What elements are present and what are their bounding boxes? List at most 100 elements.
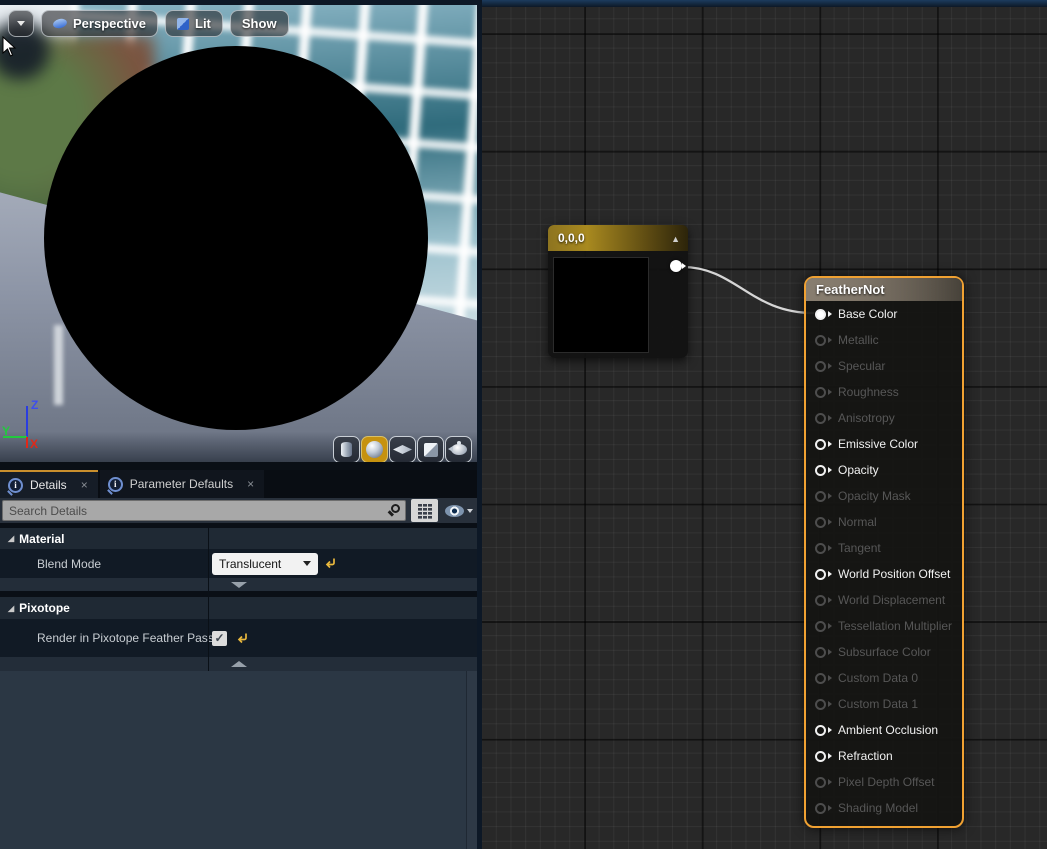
details-search-row: Search Details xyxy=(0,498,477,523)
pin-circle-icon[interactable] xyxy=(815,777,826,788)
material-pin-custom-data-1[interactable]: Custom Data 1 xyxy=(806,691,962,717)
material-pin-subsurface-color[interactable]: Subsurface Color xyxy=(806,639,962,665)
gizmo-z-label: Z xyxy=(31,398,38,412)
search-input[interactable]: Search Details xyxy=(2,500,406,521)
material-graph-canvas[interactable]: 0,0,0 ▲ FeatherNot Base Color Metallic S… xyxy=(480,0,1047,849)
viewport-backdrop-photo xyxy=(0,5,477,462)
material-pin-ambient-occlusion[interactable]: Ambient Occlusion xyxy=(806,717,962,743)
material-pin-opacity[interactable]: Opacity xyxy=(806,457,962,483)
pin-circle-icon[interactable] xyxy=(815,465,826,476)
material-pin-custom-data-0[interactable]: Custom Data 0 xyxy=(806,665,962,691)
expand-triangle-icon[interactable]: ◢ xyxy=(8,604,14,613)
output-pin[interactable] xyxy=(670,260,682,272)
material-pin-anisotropy[interactable]: Anisotropy xyxy=(806,405,962,431)
pin-arrow-icon xyxy=(828,415,832,421)
material-pin-pixel-depth-offset[interactable]: Pixel Depth Offset xyxy=(806,769,962,795)
chevron-down-icon xyxy=(231,582,247,588)
close-icon[interactable]: × xyxy=(81,478,88,492)
pin-circle-icon[interactable] xyxy=(815,803,826,814)
section-expander[interactable] xyxy=(0,657,477,671)
pin-arrow-icon xyxy=(828,311,832,317)
close-icon[interactable]: × xyxy=(247,477,254,491)
pin-circle-icon[interactable] xyxy=(815,439,826,450)
collapse-arrow-icon[interactable]: ▲ xyxy=(671,234,680,244)
shape-button-plane[interactable] xyxy=(389,436,416,463)
perspective-icon xyxy=(52,17,68,29)
pin-circle-icon[interactable] xyxy=(815,361,826,372)
material-pin-normal[interactable]: Normal xyxy=(806,509,962,535)
gizmo-y-label: Y xyxy=(2,424,10,438)
pin-circle-icon[interactable] xyxy=(815,543,826,554)
material-pin-specular[interactable]: Specular xyxy=(806,353,962,379)
pin-circle-icon[interactable] xyxy=(815,751,826,762)
material-pin-roughness[interactable]: Roughness xyxy=(806,379,962,405)
pin-arrow-icon xyxy=(828,675,832,681)
pin-circle-icon[interactable] xyxy=(815,621,826,632)
pin-arrow-icon xyxy=(828,701,832,707)
section-header-material[interactable]: ◢ Material xyxy=(0,528,477,549)
pin-arrow-icon xyxy=(828,753,832,759)
column-divider[interactable] xyxy=(208,528,209,671)
lit-button[interactable]: Lit xyxy=(165,10,223,37)
pin-circle-icon[interactable] xyxy=(815,647,826,658)
grid-icon xyxy=(417,503,433,519)
constant-node-title[interactable]: 0,0,0 xyxy=(548,225,688,251)
section-header-pixotope[interactable]: ◢ Pixotope xyxy=(0,597,477,619)
teapot-icon xyxy=(451,444,467,455)
pin-circle-icon[interactable] xyxy=(815,673,826,684)
pin-circle-icon[interactable] xyxy=(815,595,826,606)
reset-to-default-icon[interactable] xyxy=(236,632,249,645)
material-pin-emissive-color[interactable]: Emissive Color xyxy=(806,431,962,457)
material-pin-tangent[interactable]: Tangent xyxy=(806,535,962,561)
show-button[interactable]: Show xyxy=(230,10,289,37)
material-pin-world-displacement[interactable]: World Displacement xyxy=(806,587,962,613)
pin-circle-icon[interactable] xyxy=(815,413,826,424)
pin-circle-icon[interactable] xyxy=(815,725,826,736)
pin-circle-icon[interactable] xyxy=(815,491,826,502)
pin-arrow-icon xyxy=(828,519,832,525)
gizmo-z-axis xyxy=(26,406,28,437)
shape-button-cube[interactable] xyxy=(417,436,444,463)
property-row-feather-pass: Render in Pixotope Feather Pass ✓ xyxy=(0,619,477,657)
section-expander[interactable] xyxy=(0,578,477,591)
pin-circle-icon[interactable] xyxy=(815,335,826,346)
tab-details[interactable]: i Details × xyxy=(0,470,98,498)
material-node-title[interactable]: FeatherNot xyxy=(806,278,962,301)
material-pin-refraction[interactable]: Refraction xyxy=(806,743,962,769)
scrollbar-track[interactable] xyxy=(466,671,477,849)
expand-triangle-icon[interactable]: ◢ xyxy=(8,534,14,543)
material-output-node[interactable]: FeatherNot Base Color Metallic Specular … xyxy=(804,276,964,828)
tab-parameter-defaults[interactable]: i Parameter Defaults × xyxy=(100,470,264,498)
shape-button-teapot[interactable] xyxy=(445,436,472,463)
material-pin-world-position-offset[interactable]: World Position Offset xyxy=(806,561,962,587)
constant-color-node[interactable]: 0,0,0 ▲ xyxy=(548,225,688,358)
eye-icon xyxy=(445,505,464,517)
cube-icon xyxy=(424,443,438,457)
blend-mode-dropdown[interactable]: Translucent xyxy=(212,553,318,575)
view-options-button[interactable] xyxy=(442,499,476,522)
reset-to-default-icon[interactable] xyxy=(324,557,337,570)
feather-pass-checkbox[interactable]: ✓ xyxy=(212,631,227,646)
preview-sphere[interactable] xyxy=(44,46,428,430)
material-pin-shading-model[interactable]: Shading Model xyxy=(806,795,962,821)
material-pin-metallic[interactable]: Metallic xyxy=(806,327,962,353)
pin-arrow-icon xyxy=(828,649,832,655)
pin-circle-icon[interactable] xyxy=(815,699,826,710)
grid-view-button[interactable] xyxy=(411,499,438,522)
shape-button-cylinder[interactable] xyxy=(333,436,360,463)
pin-circle-icon[interactable] xyxy=(815,387,826,398)
preview-viewport[interactable]: Perspective Lit Show Z Y X xyxy=(0,0,477,466)
pin-circle-icon[interactable] xyxy=(815,309,826,320)
gizmo-x-axis xyxy=(26,437,28,448)
material-pin-opacity-mask[interactable]: Opacity Mask xyxy=(806,483,962,509)
pin-circle-icon[interactable] xyxy=(815,569,826,580)
material-pin-base-color[interactable]: Base Color xyxy=(806,301,962,327)
material-pin-tessellation-multiplier[interactable]: Tessellation Multiplier xyxy=(806,613,962,639)
pin-arrow-icon xyxy=(828,805,832,811)
viewport-options-dropdown[interactable] xyxy=(8,10,34,37)
material-pin-list: Base Color Metallic Specular Roughness A… xyxy=(806,301,962,821)
shape-button-sphere[interactable] xyxy=(361,436,388,463)
info-magnifier-icon: i xyxy=(108,477,123,492)
pin-circle-icon[interactable] xyxy=(815,517,826,528)
perspective-button[interactable]: Perspective xyxy=(41,10,158,37)
